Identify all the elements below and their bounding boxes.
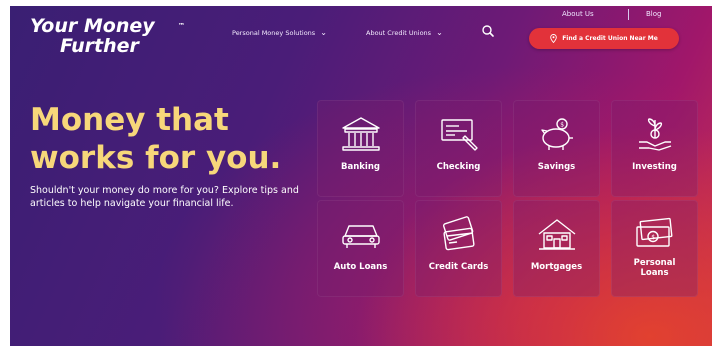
logo-trademark: ™ xyxy=(178,22,185,30)
svg-text:$: $ xyxy=(560,122,564,129)
search-icon[interactable] xyxy=(480,23,496,39)
hero-title-line2: works for you. xyxy=(30,140,282,176)
site-logo[interactable]: Your Money Further ™ xyxy=(30,15,185,57)
hero-title-line1: Money that xyxy=(30,102,229,138)
tile-label: Savings xyxy=(537,162,576,172)
tile-label-text: Personal Loans xyxy=(633,258,676,278)
investing-icon xyxy=(639,118,672,151)
utility-divider xyxy=(628,9,629,20)
nav-about-credit-unions[interactable]: About Credit Unions ⌄ xyxy=(366,28,443,37)
hero-title: Money that works for you. xyxy=(30,101,281,177)
bank-icon xyxy=(342,117,380,151)
page-frame: Your Money Further ™ About Us Blog Perso… xyxy=(10,6,712,346)
blog-link[interactable]: Blog xyxy=(646,10,661,18)
nav-label: Personal Money Solutions xyxy=(232,29,316,37)
tile-label: Investing xyxy=(632,162,677,172)
svg-text:$: $ xyxy=(651,234,655,241)
credit-cards-icon xyxy=(442,216,475,251)
tile-auto-loans[interactable]: Auto Loans xyxy=(317,200,404,297)
tile-label: Credit Cards xyxy=(428,262,489,272)
tile-label: Personal Loans xyxy=(611,258,698,278)
tile-investing[interactable]: Investing xyxy=(611,100,698,197)
car-icon xyxy=(342,225,380,248)
tile-savings[interactable]: $ Savings xyxy=(513,100,600,197)
cta-label: Find a Credit Union Near Me xyxy=(562,35,658,42)
tile-label: Checking xyxy=(436,162,481,172)
about-us-link[interactable]: About Us xyxy=(562,10,594,18)
house-icon xyxy=(538,219,576,250)
tile-checking[interactable]: Checking xyxy=(415,100,502,197)
tile-mortgages[interactable]: Mortgages xyxy=(513,200,600,297)
tile-label: Mortgages xyxy=(530,262,583,272)
cash-icon: $ xyxy=(636,217,673,247)
tile-personal-loans[interactable]: $ Personal Loans xyxy=(611,200,698,297)
logo-line2: Further xyxy=(60,35,139,57)
chevron-down-icon: ⌄ xyxy=(320,28,327,37)
check-icon xyxy=(441,119,478,151)
find-credit-union-button[interactable]: Find a Credit Union Near Me xyxy=(529,28,679,49)
logo-line1: Your Money xyxy=(30,15,155,37)
nav-personal-money-solutions[interactable]: Personal Money Solutions ⌄ xyxy=(232,28,327,37)
chevron-down-icon: ⌄ xyxy=(436,28,443,37)
location-pin-icon xyxy=(550,34,557,43)
hero-subtitle: Shouldn't your money do more for you? Ex… xyxy=(30,185,299,209)
tile-banking[interactable]: Banking xyxy=(317,100,404,197)
tile-label: Auto Loans xyxy=(333,262,388,272)
nav-label: About Credit Unions xyxy=(366,29,432,37)
tile-credit-cards[interactable]: Credit Cards xyxy=(415,200,502,297)
tile-label: Banking xyxy=(341,162,380,172)
piggy-bank-icon: $ xyxy=(541,118,573,150)
